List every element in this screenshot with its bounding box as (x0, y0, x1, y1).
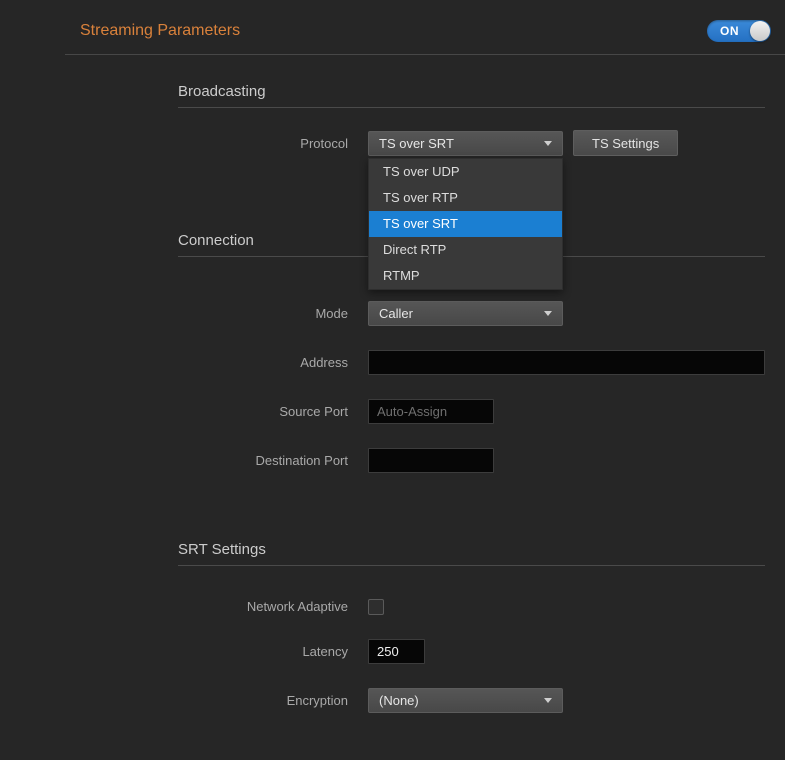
address-label: Address (65, 350, 368, 375)
broadcasting-section-header: Broadcasting (178, 83, 765, 108)
address-input[interactable] (368, 350, 765, 375)
mode-label: Mode (65, 301, 368, 326)
streaming-enable-toggle[interactable]: ON (707, 20, 771, 42)
mode-row: Mode Caller (65, 301, 785, 326)
chevron-down-icon (544, 311, 552, 316)
source-port-row: Source Port (65, 399, 785, 424)
protocol-dropdown-menu: TS over UDP TS over RTP TS over SRT Dire… (368, 158, 563, 290)
destination-port-label: Destination Port (65, 448, 368, 473)
chevron-down-icon (544, 698, 552, 703)
encryption-row: Encryption (None) (65, 688, 785, 713)
encryption-select[interactable]: (None) (368, 688, 563, 713)
protocol-select[interactable]: TS over SRT (368, 131, 563, 156)
ts-settings-button[interactable]: TS Settings (573, 130, 678, 156)
streaming-parameters-page: Streaming Parameters ON Broadcasting Pro… (0, 0, 785, 760)
dropdown-option-direct-rtp[interactable]: Direct RTP (369, 237, 562, 263)
address-row: Address (65, 350, 785, 375)
toggle-on-label: ON (720, 24, 739, 38)
network-adaptive-label: Network Adaptive (65, 594, 368, 619)
network-adaptive-checkbox[interactable] (368, 599, 384, 615)
protocol-select-wrap: TS over SRT TS over UDP TS over RTP TS o… (368, 131, 563, 156)
srt-settings-section-header: SRT Settings (178, 541, 765, 566)
encryption-select-value: (None) (379, 693, 419, 708)
destination-port-input[interactable] (368, 448, 494, 473)
encryption-select-wrap: (None) (368, 688, 563, 713)
latency-label: Latency (65, 639, 368, 664)
mode-select[interactable]: Caller (368, 301, 563, 326)
header-divider (65, 54, 785, 55)
page-title: Streaming Parameters (80, 22, 240, 40)
network-adaptive-row: Network Adaptive (65, 594, 785, 619)
page-header: Streaming Parameters ON (65, 20, 785, 42)
source-port-label: Source Port (65, 399, 368, 424)
mode-select-wrap: Caller (368, 301, 563, 326)
dropdown-option-ts-over-srt[interactable]: TS over SRT (369, 211, 562, 237)
dropdown-option-ts-over-udp[interactable]: TS over UDP (369, 159, 562, 185)
toggle-knob[interactable] (750, 21, 770, 41)
protocol-label: Protocol (65, 131, 368, 156)
encryption-label: Encryption (65, 688, 368, 713)
latency-row: Latency (65, 639, 785, 664)
latency-input[interactable] (368, 639, 425, 664)
dropdown-option-rtmp[interactable]: RTMP (369, 263, 562, 289)
dropdown-option-ts-over-rtp[interactable]: TS over RTP (369, 185, 562, 211)
chevron-down-icon (544, 141, 552, 146)
protocol-select-value: TS over SRT (379, 136, 454, 151)
protocol-row: Protocol TS over SRT TS over UDP TS over… (65, 130, 785, 156)
source-port-input[interactable] (368, 399, 494, 424)
mode-select-value: Caller (379, 306, 413, 321)
destination-port-row: Destination Port (65, 448, 785, 473)
